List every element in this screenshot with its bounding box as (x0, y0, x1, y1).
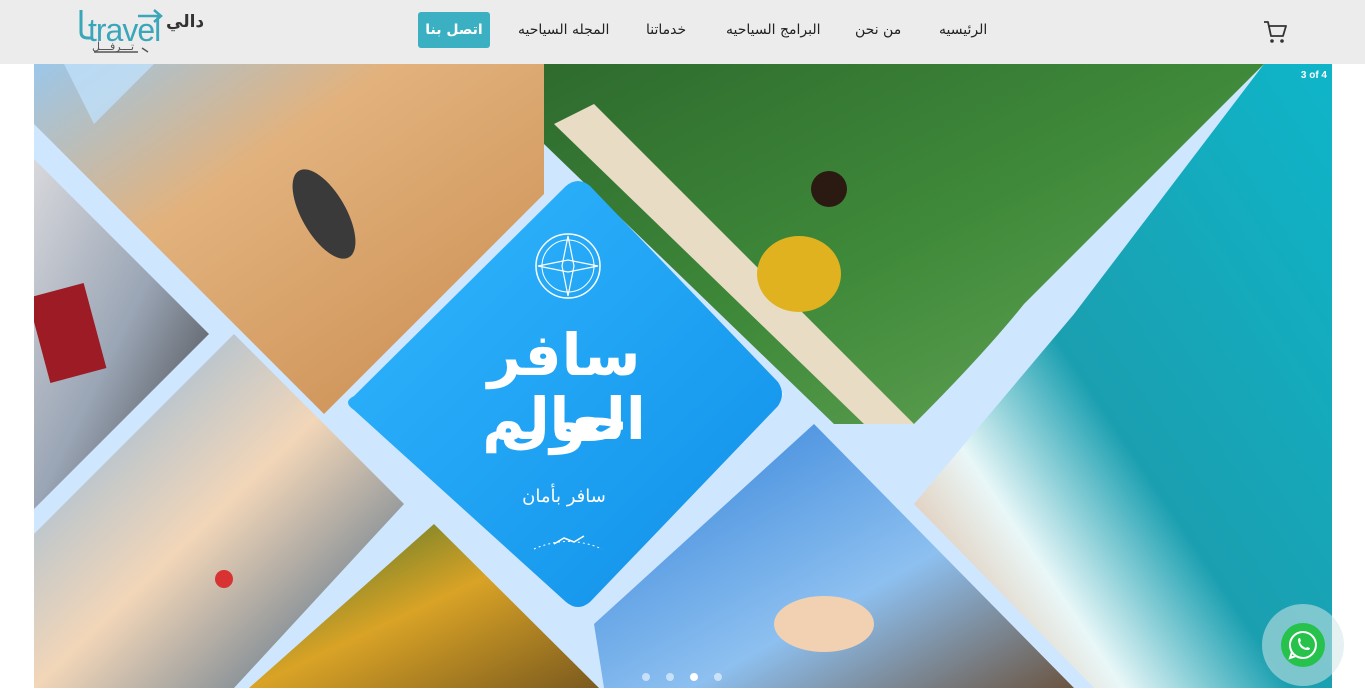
slider-dot-2[interactable] (666, 673, 674, 681)
whatsapp-floating-button[interactable] (1262, 604, 1344, 686)
nav-item-home[interactable]: الرئيسيه (939, 0, 987, 64)
nav-item-magazine[interactable]: المجله السياحيه (518, 0, 609, 64)
nav-item-services[interactable]: خدماتنا (646, 0, 686, 64)
logo-arabic-text: دالي (166, 12, 205, 32)
nav-item-about[interactable]: من نحن (855, 0, 901, 64)
contact-button[interactable]: اتصل بنا (418, 12, 490, 48)
slider-dot-3[interactable] (690, 673, 698, 681)
site-header: travel دالي تـــرفـــل اتصل بنا المجله ا… (0, 0, 1365, 64)
logo-subtitle: تـــرفـــل (92, 40, 135, 53)
site-logo[interactable]: travel دالي تـــرفـــل (78, 6, 204, 56)
hero-slider[interactable]: سافر حول العالم سافر بأمان 3 of 4 (34, 64, 1332, 688)
nav-item-programs[interactable]: البرامج السياحيه (726, 0, 821, 64)
slider-dot-4[interactable] (714, 673, 722, 681)
hero-tagline: سافر بأمان (522, 486, 606, 507)
hero-headline-line2: العالم (482, 385, 646, 453)
shopping-cart-icon[interactable] (1262, 19, 1288, 45)
whatsapp-icon[interactable] (1281, 623, 1325, 667)
slide-counter: 3 of 4 (1300, 70, 1327, 81)
slider-dot-1[interactable] (642, 673, 650, 681)
